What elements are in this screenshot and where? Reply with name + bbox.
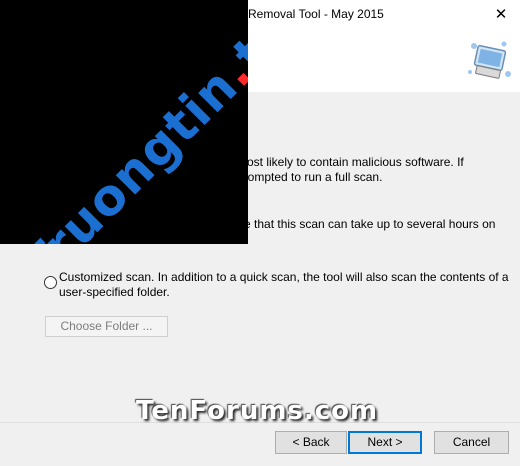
customized-scan-radio[interactable] bbox=[44, 276, 57, 289]
cancel-button[interactable]: Cancel bbox=[434, 431, 509, 454]
truongtin-logo: Truongtin.top bbox=[10, 0, 248, 244]
full-scan-description-line1: e that this scan can take up to several … bbox=[244, 217, 496, 231]
customized-scan-label-line1: Customized scan. In addition to a quick … bbox=[59, 270, 509, 284]
logo-main-text: Truongtin bbox=[9, 56, 248, 244]
quick-scan-description-line1: most likely to contain malicious softwar… bbox=[237, 155, 464, 169]
quick-scan-description-line2: prompted to run a full scan. bbox=[237, 170, 383, 184]
customized-scan-label-line2: user-specified folder. bbox=[59, 285, 170, 299]
tenforums-watermark: TenForums.com bbox=[136, 396, 379, 426]
choose-folder-button[interactable]: Choose Folder ... bbox=[45, 316, 168, 337]
close-button[interactable]: ✕ bbox=[482, 0, 520, 30]
computer-scan-icon bbox=[468, 41, 511, 79]
truongtin-logo-overlay: Truongtin.top bbox=[0, 0, 248, 244]
next-button[interactable]: Next > bbox=[348, 431, 422, 454]
back-button[interactable]: < Back bbox=[275, 431, 347, 454]
window-title: Removal Tool - May 2015 bbox=[248, 7, 384, 21]
